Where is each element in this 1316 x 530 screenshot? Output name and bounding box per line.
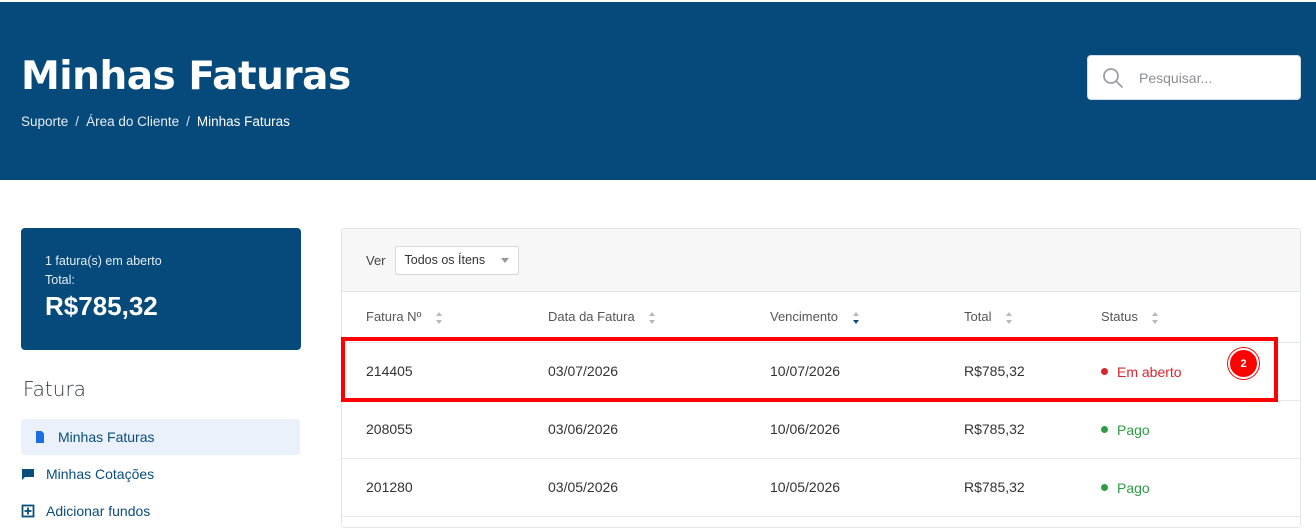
invoice-total: R$785,32 — [964, 342, 1101, 401]
invoice-date: 03/06/2026 — [548, 400, 770, 459]
document-icon — [36, 431, 44, 443]
open-invoices-summary: 1 fatura(s) em aberto Total: R$785,32 — [21, 228, 301, 350]
invoice-status-cell: Em aberto — [1101, 342, 1300, 401]
status-badge: Pago — [1101, 422, 1150, 438]
sort-icon — [649, 311, 656, 324]
column-header-status[interactable]: Status — [1101, 292, 1300, 343]
page-header: Minhas Faturas Suporte / Área do Cliente… — [0, 0, 1316, 180]
sidebar-nav: Minhas Faturas Minhas Cotações Adicionar… — [21, 419, 300, 530]
sidebar-section-title: Fatura — [23, 377, 86, 401]
sort-icon — [1152, 311, 1159, 324]
breadcrumb-separator: / — [186, 114, 190, 129]
page-title: Minhas Faturas — [21, 54, 351, 99]
sort-icon — [1006, 311, 1013, 324]
breadcrumb-suporte[interactable]: Suporte — [21, 114, 68, 129]
annotation-badge: 2 — [1228, 348, 1259, 379]
open-invoices-count: 1 fatura(s) em aberto — [45, 254, 162, 268]
invoice-number: 214405 — [342, 342, 548, 401]
column-header-vencimento[interactable]: Vencimento — [770, 292, 964, 343]
status-dot — [1101, 426, 1108, 434]
status-dot — [1101, 368, 1108, 376]
status-badge: Pago — [1101, 480, 1150, 496]
search-input[interactable] — [1139, 69, 1289, 86]
table-row[interactable]: 201280 03/05/2026 10/05/2026 R$785,32 Pa… — [342, 458, 1300, 517]
breadcrumb-area-do-cliente[interactable]: Área do Cliente — [86, 114, 179, 129]
chevron-down-icon — [501, 257, 510, 263]
invoice-due-date: 10/07/2026 — [770, 342, 964, 401]
sidebar-item-label: Adicionar fundos — [46, 503, 151, 519]
filter-selected-value: Todos os Ítens — [404, 253, 486, 267]
sidebar-item-label: Minhas Faturas — [58, 429, 155, 445]
filter-label: Ver — [366, 252, 386, 268]
total-label: Total: — [45, 273, 75, 287]
total-amount: R$785,32 — [45, 291, 158, 321]
search-box[interactable] — [1087, 55, 1301, 100]
column-header-data-fatura[interactable]: Data da Fatura — [548, 292, 770, 343]
sort-desc-icon — [852, 311, 859, 324]
comment-icon — [22, 469, 34, 480]
invoice-status-cell: Pago — [1101, 400, 1300, 459]
status-badge: Em aberto — [1101, 364, 1182, 380]
invoice-due-date: 10/05/2026 — [770, 458, 964, 517]
invoice-date: 03/05/2026 — [548, 458, 770, 517]
column-header-fatura[interactable]: Fatura Nº — [342, 292, 548, 343]
breadcrumb-current: Minhas Faturas — [196, 114, 290, 129]
invoice-number: 208055 — [342, 400, 548, 459]
table-header-row: Fatura Nº Data da Fatura Vencimento Tota… — [342, 292, 1300, 343]
invoices-filter-bar: Ver Todos os Ítens — [342, 229, 1300, 292]
filter-select[interactable]: Todos os Ítens — [394, 245, 520, 275]
table-row[interactable]: 208055 03/06/2026 10/06/2026 R$785,32 Pa… — [342, 400, 1300, 459]
sort-icon — [435, 311, 442, 324]
invoice-status-cell: Pago — [1101, 458, 1300, 517]
invoice-number: 201280 — [342, 458, 548, 517]
invoices-table: Fatura Nº Data da Fatura Vencimento Tota… — [342, 292, 1300, 517]
table-row[interactable]: 214405 03/07/2026 10/07/2026 R$785,32 Em… — [342, 342, 1300, 401]
column-header-total[interactable]: Total — [964, 292, 1101, 343]
add-funds-icon — [21, 504, 35, 518]
sidebar-item-minhas-cotacoes[interactable]: Minhas Cotações — [21, 456, 300, 492]
invoices-panel: Ver Todos os Ítens Fatura Nº Data da Fat… — [341, 228, 1301, 528]
invoice-total: R$785,32 — [964, 400, 1101, 459]
search-icon — [1103, 67, 1123, 88]
breadcrumb: Suporte / Área do Cliente / Minhas Fatur… — [21, 114, 290, 129]
sidebar-item-minhas-faturas[interactable]: Minhas Faturas — [21, 419, 300, 455]
status-dot — [1101, 484, 1108, 492]
sidebar-item-label: Minhas Cotações — [46, 466, 155, 482]
invoice-due-date: 10/06/2026 — [770, 400, 964, 459]
breadcrumb-separator: / — [75, 114, 80, 129]
invoice-total: R$785,32 — [964, 458, 1101, 517]
invoice-date: 03/07/2026 — [548, 342, 770, 401]
